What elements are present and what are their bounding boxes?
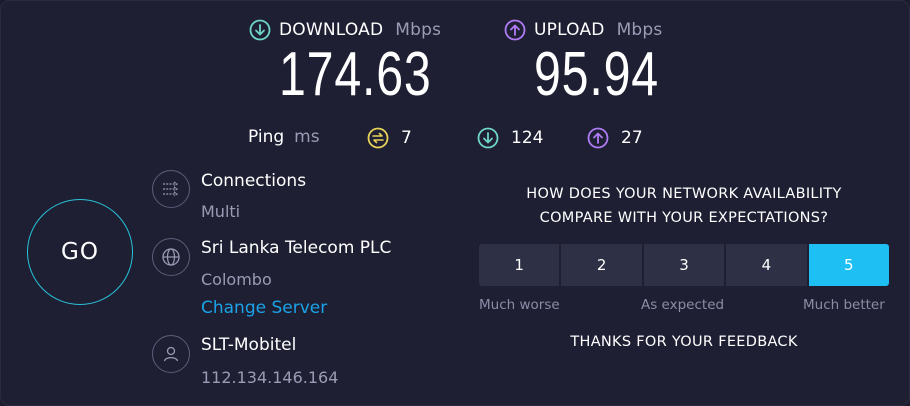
survey-question-line2: COMPARE WITH YOUR EXPECTATIONS? [539, 210, 829, 226]
connections-icon [152, 170, 190, 208]
feedback-thanks: THANKS FOR YOUR FEEDBACK [570, 334, 798, 350]
rating-option-3[interactable]: 3 [643, 244, 725, 286]
server-name: Sri Lanka Telecom PLC [201, 238, 392, 258]
rating-option-4[interactable]: 4 [726, 244, 807, 286]
scale-high-label: Much better [803, 297, 885, 313]
ping-idle-value: 7 [401, 128, 412, 148]
ping-download-value: 124 [511, 128, 544, 148]
upload-label: UPLOAD [534, 20, 605, 40]
survey-question-line1: HOW DOES YOUR NETWORK AVAILABILITY [526, 186, 842, 202]
user-icon [152, 335, 190, 373]
download-arrow-icon [249, 19, 271, 41]
download-header: DOWNLOAD Mbps [249, 19, 441, 41]
upload-arrow-icon [504, 19, 526, 41]
upload-latency-icon [587, 127, 609, 149]
speedtest-panel: DOWNLOAD Mbps 174.63 UPLOAD Mbps 95.94 P… [0, 0, 910, 406]
ping-idle: 7 [367, 127, 412, 149]
ping-download: 124 [477, 127, 543, 149]
scale-mid-label: As expected [641, 297, 725, 313]
scale-low-label: Much worse [479, 297, 560, 313]
rating-option-2[interactable]: 2 [561, 244, 642, 286]
ping-upload-value: 27 [621, 128, 643, 148]
upload-header: UPLOAD Mbps [504, 19, 662, 41]
idle-latency-icon [367, 127, 389, 149]
globe-icon [152, 238, 190, 276]
download-speed-value: 174.63 [279, 40, 432, 109]
connections-value[interactable]: Multi [201, 202, 240, 221]
connections-title: Connections [201, 171, 307, 191]
change-server-link[interactable]: Change Server [201, 298, 327, 318]
rating-scale: 1 2 3 4 5 [479, 244, 890, 286]
rating-option-5[interactable]: 5 [808, 244, 890, 286]
upload-speed-value: 95.94 [534, 40, 659, 109]
server-location: Colombo [201, 270, 272, 289]
ping-header: Ping ms [248, 127, 320, 147]
ping-unit: ms [294, 127, 320, 147]
isp-name: SLT-Mobitel [201, 335, 297, 355]
download-latency-icon [477, 127, 499, 149]
upload-unit: Mbps [616, 20, 663, 40]
ip-address: 112.134.146.164 [201, 368, 339, 387]
ping-label: Ping [248, 127, 285, 147]
ping-upload: 27 [587, 127, 643, 149]
survey-question: HOW DOES YOUR NETWORK AVAILABILITY COMPA… [479, 182, 889, 230]
go-button[interactable]: GO [27, 199, 133, 305]
download-unit: Mbps [395, 20, 442, 40]
download-label: DOWNLOAD [279, 20, 384, 40]
rating-option-1[interactable]: 1 [479, 244, 560, 286]
